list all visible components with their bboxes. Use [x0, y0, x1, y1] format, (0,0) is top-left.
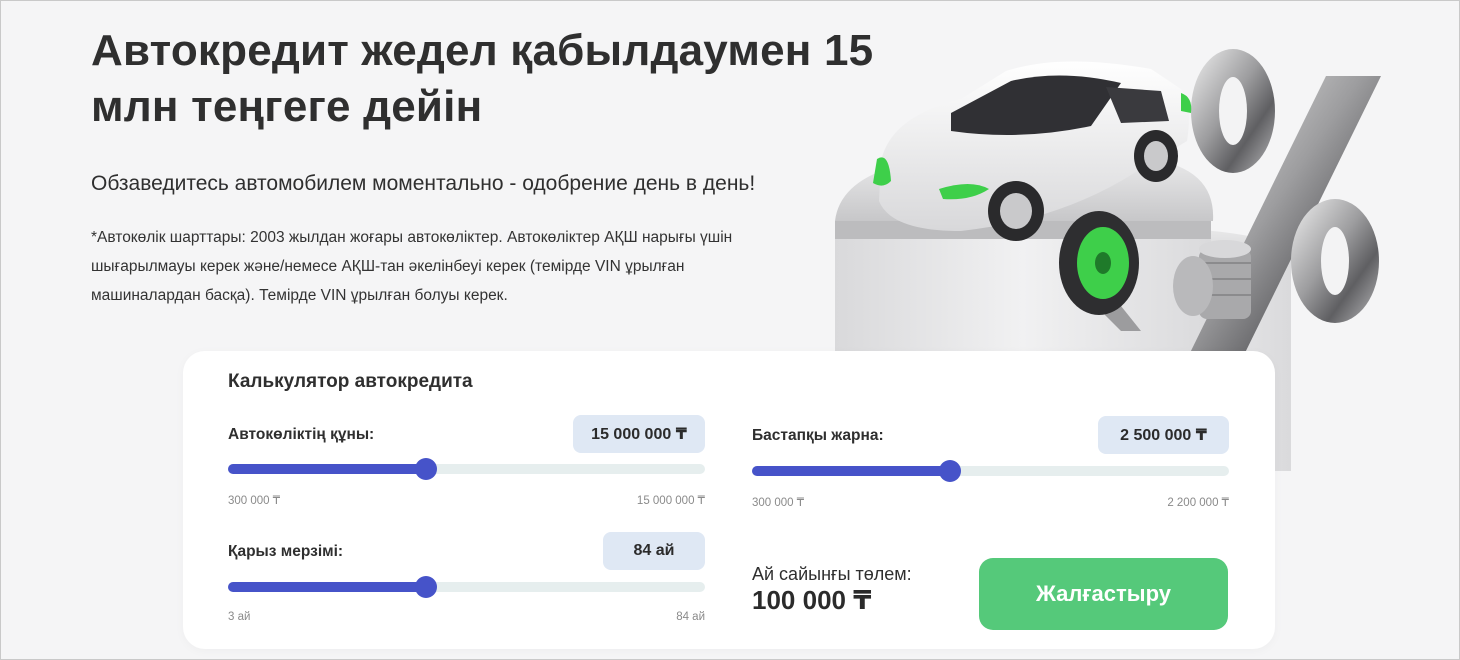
car-price-label: Автокөліктің құны: [228, 426, 375, 443]
loan-term-min: 3 ай [228, 611, 251, 623]
monthly-payment-label: Ай сайынғы төлем: [752, 564, 912, 584]
calculator-title: Калькулятор автокредита [228, 371, 473, 392]
monthly-payment-value: 100 000 ₸ [752, 585, 872, 615]
down-payment-min: 300 000 ₸ [752, 497, 805, 509]
slider-fill [228, 582, 426, 592]
loan-term-label: Қарыз мерзімі: [228, 543, 344, 560]
credit-calculator: Калькулятор автокредита Автокөліктің құн… [183, 351, 1275, 649]
slider-fill [752, 466, 950, 476]
page-frame: Автокредит жедел қабылдаумен 15 млн теңг… [0, 0, 1460, 660]
slider-fill [228, 464, 426, 474]
down-payment-field: Бастапқы жарна: 2 500 000 ₸ 300 000 ₸ 2 … [752, 416, 1229, 516]
loan-term-max: 84 ай [676, 611, 705, 623]
car-price-max: 15 000 000 ₸ [636, 495, 705, 507]
slider-thumb[interactable] [938, 460, 961, 482]
car-price-field: Автокөліктің құны: 15 000 000 ₸ 300 000 … [228, 415, 705, 515]
loan-term-value[interactable]: 84 ай [603, 532, 705, 570]
continue-button[interactable]: Жалғастыру [979, 558, 1228, 630]
loan-term-slider[interactable] [228, 576, 705, 598]
down-payment-label: Бастапқы жарна: [752, 427, 884, 444]
car-price-slider[interactable] [228, 458, 705, 480]
down-payment-max: 2 200 000 ₸ [1167, 497, 1229, 509]
hero-subtitle: Обзаведитесь автомобилем моментально - о… [91, 172, 756, 195]
slider-thumb[interactable] [414, 576, 437, 598]
slider-thumb[interactable] [414, 458, 437, 480]
loan-term-field: Қарыз мерзімі: 84 ай 3 ай 84 ай [228, 532, 705, 632]
down-payment-value[interactable]: 2 500 000 ₸ [1098, 416, 1229, 454]
down-payment-slider[interactable] [752, 460, 1229, 482]
conditions-note: *Автокөлік шарттары: 2003 жылдан жоғары … [91, 229, 733, 304]
page-title: Автокредит жедел қабылдаумен 15 млн теңг… [91, 26, 874, 131]
car-price-value[interactable]: 15 000 000 ₸ [573, 415, 705, 453]
car-price-min: 300 000 ₸ [228, 495, 281, 507]
